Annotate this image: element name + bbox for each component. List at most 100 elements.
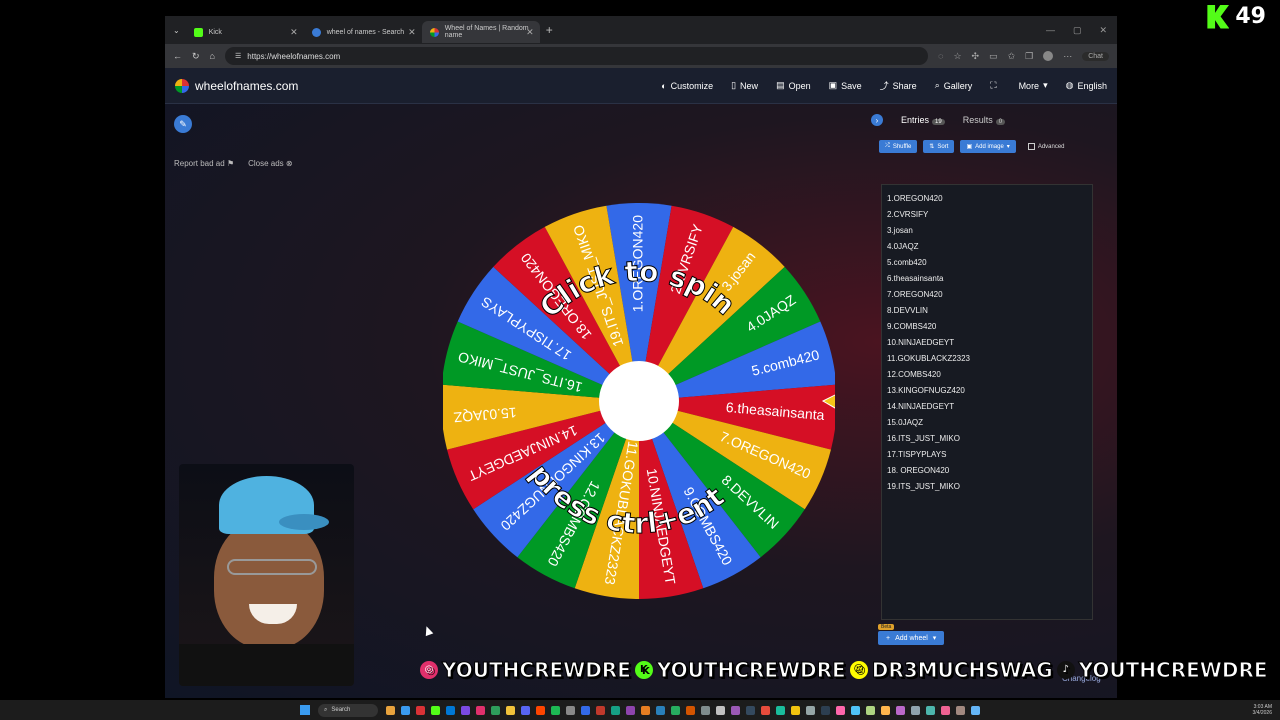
split-screen-icon[interactable]: ▭ <box>989 51 998 62</box>
taskbar-app-icon[interactable] <box>821 705 830 715</box>
taskbar-app-icon[interactable] <box>431 705 440 715</box>
taskbar-app-icon[interactable] <box>596 705 605 715</box>
nav-item-save[interactable]: ▣ Save <box>829 80 862 91</box>
taskbar-app-icon[interactable] <box>686 705 695 715</box>
home-icon[interactable]: ⌂ <box>210 51 215 61</box>
taskbar-app-icon[interactable] <box>926 705 935 715</box>
profile-avatar[interactable] <box>1043 51 1054 61</box>
taskbar-app-icon[interactable] <box>386 705 395 715</box>
tab-list-chevron-icon[interactable]: ⌄ <box>173 26 180 35</box>
wheel-center-hub[interactable] <box>599 361 679 441</box>
taskbar-app-icon[interactable] <box>491 705 500 715</box>
taskbar-app-icon[interactable] <box>716 705 725 715</box>
taskbar-app-icon[interactable] <box>656 705 665 715</box>
taskbar-app-icon[interactable] <box>461 705 470 715</box>
tab-search[interactable]: wheel of names - Search ✕ <box>304 21 422 43</box>
close-tab-icon[interactable]: ✕ <box>290 27 298 38</box>
instagram-icon: ◎ <box>420 660 438 679</box>
refresh-icon[interactable]: ↻ <box>192 51 200 62</box>
kick-logo-icon <box>1207 4 1230 29</box>
settings-more-icon[interactable]: ⋯ <box>1063 51 1072 62</box>
favorites-icon[interactable]: ✩ <box>1008 51 1016 62</box>
nav-label: Share <box>892 80 917 91</box>
taskbar-app-icon[interactable] <box>851 705 860 715</box>
read-aloud-icon[interactable]: ◌ <box>938 51 943 61</box>
copilot-chat-button[interactable]: Chat <box>1082 51 1109 61</box>
nav-item-open[interactable]: ▤ Open <box>776 80 811 91</box>
favorite-star-icon[interactable]: ☆ <box>953 51 961 62</box>
taskbar-app-icon[interactable] <box>911 705 920 715</box>
taskbar-app-icon[interactable] <box>761 705 770 715</box>
taskbar-app-icon[interactable] <box>791 705 800 715</box>
wheel-container[interactable]: 1.OREGON420 2.CVRSIFY 3.josan 4.0JAQZ 5.comb… <box>443 138 835 658</box>
tab-entries[interactable]: Entries 19 <box>901 115 945 125</box>
nav-item-customize[interactable]: ◐ Customize <box>661 81 713 91</box>
maximize-icon[interactable]: ▢ <box>1073 25 1082 36</box>
viewer-count: 49 <box>1235 4 1266 29</box>
back-icon[interactable]: ← <box>173 51 182 61</box>
system-clock: 3:03 AM 3/4/2026 <box>1253 704 1280 716</box>
site-nav: ◐ Customize ▯ New ▤ Open ▣ Save ⤴ Share ⌕ Gallery ⛶ M… <box>661 79 1107 92</box>
taskbar-app-icon[interactable] <box>521 705 530 715</box>
tab-label: Wheel of Names | Random name <box>444 25 529 39</box>
close-ads-link[interactable]: Close ads ⊗ <box>248 159 293 168</box>
extensions-icon[interactable]: ✣ <box>972 51 980 62</box>
taskbar-app-icon[interactable] <box>896 705 905 715</box>
close-tab-icon[interactable]: ✕ <box>408 27 416 38</box>
close-tab-icon[interactable]: ✕ <box>526 27 534 38</box>
tab-wheel-of-names[interactable]: Wheel of Names | Random name ✕ <box>421 21 540 43</box>
taskbar-app-icon[interactable] <box>776 705 785 715</box>
close-window-icon[interactable]: ✕ <box>1099 25 1107 36</box>
nav-item-new[interactable]: ▯ New <box>731 80 758 91</box>
taskbar-app-icon[interactable] <box>581 705 590 715</box>
entries-textarea[interactable]: 1.OREGON420 2.CVRSIFY 3.josan 4.0JAQZ 5.comb… <box>881 184 1093 620</box>
new-tab-icon[interactable]: + <box>546 23 553 37</box>
taskbar-app-icon[interactable] <box>956 705 965 715</box>
nav-item-gallery[interactable]: ⌕ Gallery <box>935 80 973 91</box>
taskbar-app-icon[interactable] <box>836 705 845 715</box>
taskbar-app-icon[interactable] <box>806 705 815 715</box>
nav-item-english[interactable]: ◍ English <box>1066 80 1107 91</box>
site-info-icon[interactable]: ☰ <box>235 52 241 60</box>
address-bar[interactable]: ☰ https://wheelofnames.com <box>224 47 929 65</box>
taskbar-app-icon[interactable] <box>446 705 455 715</box>
taskbar-app-icon[interactable] <box>401 705 410 715</box>
taskbar-app-icon[interactable] <box>971 705 980 715</box>
site-logo[interactable]: wheelofnames.com <box>175 78 298 93</box>
add-image-button[interactable]: ▣ Add image ▾ <box>960 140 1016 153</box>
nav-item-more[interactable]: More ▾ <box>1019 80 1048 91</box>
collections-icon[interactable]: ❐ <box>1025 51 1033 62</box>
taskbar-app-icon[interactable] <box>611 705 620 715</box>
taskbar-app-icon[interactable] <box>746 705 755 715</box>
taskbar-app-icon[interactable] <box>551 705 560 715</box>
taskbar-app-icon[interactable] <box>536 705 545 715</box>
taskbar-app-icon[interactable] <box>941 705 950 715</box>
sort-button[interactable]: ⇅ Sort <box>923 140 955 153</box>
edit-pencil-button[interactable]: ✎ <box>174 115 192 133</box>
taskbar-app-icon[interactable] <box>416 705 425 715</box>
spin-wheel[interactable]: 1.OREGON420 2.CVRSIFY 3.josan4.0JAQZ5.comb… <box>443 138 835 658</box>
taskbar-app-icon[interactable] <box>866 705 875 715</box>
advanced-checkbox[interactable]: Advanced <box>1027 143 1065 150</box>
taskbar-app-icon[interactable] <box>476 705 485 715</box>
collapse-panel-icon[interactable]: › <box>871 114 883 126</box>
nav-item-share[interactable]: ⤴ Share <box>880 79 917 92</box>
taskbar-app-icon[interactable] <box>701 705 710 715</box>
nav-item-fullscreen[interactable]: ⛶ <box>990 80 1000 91</box>
taskbar-search[interactable]: ⌕ Search <box>318 703 378 717</box>
taskbar-app-icon[interactable] <box>506 705 515 715</box>
tab-results[interactable]: Results 0 <box>963 115 1006 125</box>
report-ad-link[interactable]: Report bad ad ⚑ <box>174 159 234 168</box>
taskbar-app-icon[interactable] <box>566 705 575 715</box>
taskbar-app-icon[interactable] <box>641 705 650 715</box>
minimize-icon[interactable]: — <box>1046 25 1055 36</box>
shuffle-button[interactable]: ⤮ Shuffle <box>879 140 918 153</box>
taskbar-app-icon[interactable] <box>731 705 740 715</box>
tab-kick[interactable]: Kick ✕ <box>186 21 304 43</box>
start-menu-icon[interactable] <box>300 705 310 715</box>
taskbar-app-icon[interactable] <box>626 705 635 715</box>
taskbar-app-icon[interactable] <box>881 705 890 715</box>
add-wheel-button[interactable]: + Add wheel ▾ <box>878 631 945 645</box>
taskbar-app-icon[interactable] <box>671 705 680 715</box>
entries-label: Entries <box>901 115 930 125</box>
